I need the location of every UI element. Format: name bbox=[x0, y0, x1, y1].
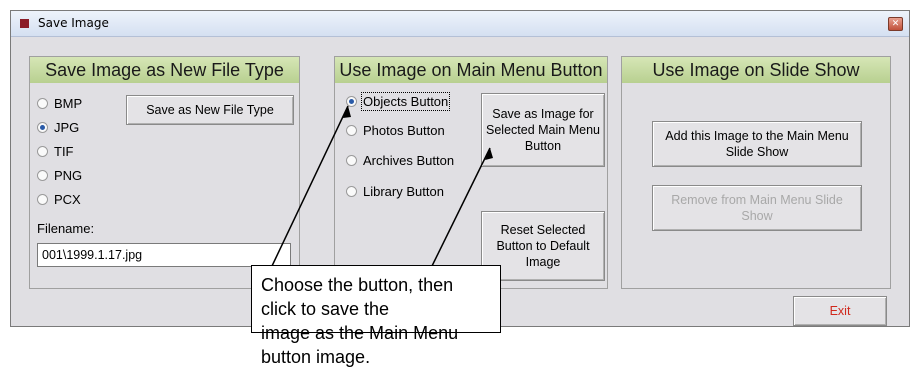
title-bar: Save Image ✕ bbox=[11, 11, 909, 37]
radio-photos-button[interactable]: Photos Button bbox=[346, 122, 445, 140]
main-menu-panel: Use Image on Main Menu Button Objects Bu… bbox=[334, 56, 608, 289]
file-type-panel-header: Save Image as New File Type bbox=[30, 57, 299, 83]
callout-line-2: image as the Main Menu button image. bbox=[261, 323, 459, 367]
radio-bmp[interactable]: BMP bbox=[37, 95, 82, 113]
radio-icon[interactable] bbox=[37, 146, 48, 158]
radio-icon[interactable] bbox=[346, 125, 357, 137]
radio-objects-button[interactable]: Objects Button bbox=[346, 92, 451, 112]
save-as-new-file-type-button[interactable]: Save as New File Type bbox=[126, 95, 294, 125]
instruction-callout: Choose the button, then click to save th… bbox=[251, 265, 501, 367]
radio-icon[interactable] bbox=[346, 186, 357, 198]
file-type-panel: Save Image as New File Type BMP JPG TIF … bbox=[29, 56, 300, 289]
radio-jpg[interactable]: JPG bbox=[37, 119, 79, 137]
filename-field[interactable]: 001\1999.1.17.jpg bbox=[37, 243, 291, 267]
callout-line-1: Choose the button, then click to save th… bbox=[261, 275, 454, 319]
save-for-main-menu-button[interactable]: Save as Image for Selected Main Menu But… bbox=[481, 93, 605, 167]
main-menu-panel-header: Use Image on Main Menu Button bbox=[335, 57, 607, 83]
radio-icon[interactable] bbox=[346, 155, 357, 167]
radio-icon[interactable] bbox=[346, 96, 357, 108]
radio-library-button[interactable]: Library Button bbox=[346, 183, 444, 201]
radio-pcx[interactable]: PCX bbox=[37, 191, 81, 209]
window-title: Save Image bbox=[38, 16, 109, 30]
radio-archives-button[interactable]: Archives Button bbox=[346, 152, 454, 170]
radio-icon[interactable] bbox=[37, 122, 48, 134]
radio-png[interactable]: PNG bbox=[37, 167, 82, 185]
remove-from-slide-show-button[interactable]: Remove from Main Menu Slide Show bbox=[652, 185, 862, 231]
slide-show-panel: Use Image on Slide Show Add this Image t… bbox=[621, 56, 891, 289]
radio-tif[interactable]: TIF bbox=[37, 143, 74, 161]
app-icon bbox=[20, 19, 29, 28]
radio-icon[interactable] bbox=[37, 170, 48, 182]
slide-show-panel-header: Use Image on Slide Show bbox=[622, 57, 890, 83]
filename-label: Filename: bbox=[37, 221, 95, 236]
exit-button[interactable]: Exit bbox=[793, 296, 887, 326]
add-to-slide-show-button[interactable]: Add this Image to the Main Menu Slide Sh… bbox=[652, 121, 862, 167]
radio-icon[interactable] bbox=[37, 98, 48, 110]
radio-icon[interactable] bbox=[37, 194, 48, 206]
close-icon[interactable]: ✕ bbox=[888, 17, 903, 31]
